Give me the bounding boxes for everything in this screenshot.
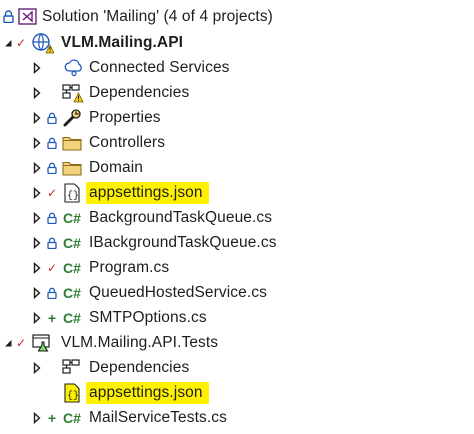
tree-item-properties[interactable]: Properties	[0, 105, 474, 130]
csharp-file-icon: C#	[63, 309, 81, 326]
added-plus-icon: +	[47, 309, 57, 326]
project-label: VLM.Mailing.API	[61, 33, 184, 51]
lock-icon	[46, 280, 58, 305]
tree-item-mailservicetests-cs[interactable]: + C# MailServiceTests.cs	[0, 405, 474, 430]
web-project-warning-icon	[30, 30, 54, 55]
tree-item-program-cs[interactable]: ✓ C# Program.cs	[0, 255, 474, 280]
tree-item-domain[interactable]: Domain	[0, 155, 474, 180]
added-plus-icon: +	[47, 409, 57, 426]
collapsed-chevron-icon[interactable]	[31, 230, 43, 255]
tree-item-label: Dependencies	[89, 83, 190, 101]
tree-item-smtpoptions-cs[interactable]: + C# SMTPOptions.cs	[0, 305, 474, 330]
folder-icon	[61, 130, 83, 155]
svg-text:{}: {}	[67, 190, 79, 202]
collapsed-chevron-icon[interactable]	[31, 180, 43, 205]
lock-icon	[46, 155, 58, 180]
json-file-icon: {}	[62, 180, 82, 205]
tree-item-label: MailServiceTests.cs	[89, 408, 227, 426]
tree-item-label: Controllers	[89, 133, 166, 151]
collapsed-chevron-icon[interactable]	[31, 105, 43, 130]
collapsed-chevron-icon[interactable]	[31, 255, 43, 280]
collapsed-chevron-icon[interactable]	[31, 405, 43, 430]
svg-text:{}: {}	[67, 390, 79, 402]
tree-item-controllers[interactable]: Controllers	[0, 130, 474, 155]
lock-icon	[46, 130, 58, 155]
tree-item-label-wrap: appsettings.json	[86, 380, 209, 405]
tree-item-label: IBackgroundTaskQueue.cs	[89, 233, 277, 251]
tree-item-dependencies[interactable]: Dependencies	[0, 80, 474, 105]
tree-item-label: Connected Services	[89, 58, 230, 76]
tree-item-label: BackgroundTaskQueue.cs	[89, 208, 273, 226]
csharp-file-icon: C#	[63, 409, 81, 426]
modified-check-icon: ✓	[15, 35, 27, 50]
folder-icon	[61, 155, 83, 180]
tree-item-label-wrap: appsettings.json	[86, 180, 209, 205]
tree-item-label: QueuedHostedService.cs	[89, 283, 267, 301]
test-project-flask-icon	[31, 330, 53, 355]
modified-check-icon: ✓	[15, 335, 27, 350]
tree-item-label: Domain	[89, 158, 144, 176]
tree-item-label: SMTPOptions.cs	[89, 308, 207, 326]
tree-item-appsettings-json[interactable]: {} appsettings.json	[0, 380, 474, 405]
tree-item-dependencies[interactable]: Dependencies	[0, 355, 474, 380]
tree-item-appsettings-json[interactable]: ✓ {} appsettings.json	[0, 180, 474, 205]
project-row-api[interactable]: ✓ VLM.Mailing.API	[0, 30, 474, 55]
search-highlight: appsettings.json	[86, 381, 209, 404]
tree-item-label: Dependencies	[89, 358, 190, 376]
expanded-chevron-icon[interactable]	[2, 330, 14, 355]
tree-item-queuedhostedservice-cs[interactable]: C# QueuedHostedService.cs	[0, 280, 474, 305]
collapsed-chevron-icon[interactable]	[31, 355, 43, 380]
modified-check-icon: ✓	[46, 185, 58, 200]
lock-icon	[46, 105, 58, 130]
dependencies-warning-icon	[60, 80, 86, 105]
dependencies-icon	[60, 355, 86, 380]
collapsed-chevron-icon[interactable]	[31, 80, 43, 105]
project-label: VLM.Mailing.API.Tests	[61, 333, 219, 351]
visual-studio-solution-icon	[17, 4, 37, 29]
lock-icon	[1, 4, 15, 29]
collapsed-chevron-icon[interactable]	[31, 155, 43, 180]
wrench-icon	[61, 105, 83, 130]
solution-row[interactable]: Solution 'Mailing' (4 of 4 projects)	[0, 4, 474, 29]
tree-item-label: Properties	[89, 108, 161, 126]
collapsed-chevron-icon[interactable]	[31, 205, 43, 230]
csharp-file-icon: C#	[63, 209, 81, 226]
expanded-chevron-icon[interactable]	[2, 30, 14, 55]
lock-icon	[46, 205, 58, 230]
collapsed-chevron-icon[interactable]	[31, 130, 43, 155]
lock-icon	[46, 230, 58, 255]
collapsed-chevron-icon[interactable]	[31, 305, 43, 330]
csharp-file-icon: C#	[63, 259, 81, 276]
tree-item-connected-services[interactable]: Connected Services	[0, 55, 474, 80]
collapsed-chevron-icon[interactable]	[31, 280, 43, 305]
csharp-file-icon: C#	[63, 234, 81, 251]
solution-label: Solution 'Mailing' (4 of 4 projects)	[42, 7, 273, 25]
solution-explorer-tree: Solution 'Mailing' (4 of 4 projects) ✓ V…	[0, 0, 474, 434]
csharp-file-icon: C#	[63, 284, 81, 301]
modified-check-icon: ✓	[46, 260, 58, 275]
collapsed-chevron-icon[interactable]	[31, 55, 43, 80]
tree-item-ibackgroundtaskqueue-cs[interactable]: C# IBackgroundTaskQueue.cs	[0, 230, 474, 255]
json-file-icon: {}	[62, 380, 82, 405]
search-highlight: appsettings.json	[86, 181, 209, 204]
tree-item-label: Program.cs	[89, 258, 170, 276]
connected-services-cloud-icon	[63, 55, 85, 80]
project-row-tests[interactable]: ✓ VLM.Mailing.API.Tests	[0, 330, 474, 355]
tree-item-backgroundtaskqueue-cs[interactable]: C# BackgroundTaskQueue.cs	[0, 205, 474, 230]
